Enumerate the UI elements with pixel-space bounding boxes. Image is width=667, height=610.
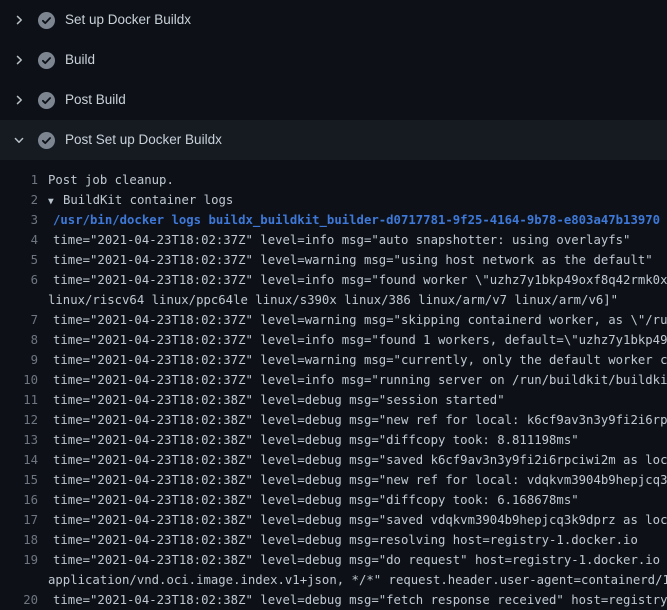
log-line-number[interactable]: 10 bbox=[0, 370, 38, 390]
log-line: 14 time="2021-04-23T18:02:38Z" level=deb… bbox=[0, 450, 667, 470]
log-line-number[interactable]: 8 bbox=[0, 330, 38, 350]
log-line-text: time="2021-04-23T18:02:38Z" level=debug … bbox=[53, 530, 638, 550]
log-line: 12 time="2021-04-23T18:02:38Z" level=deb… bbox=[0, 410, 667, 430]
log-line-number[interactable]: 19 bbox=[0, 550, 38, 570]
check-circle-icon bbox=[38, 12, 55, 29]
log-container: 1 Post job cleanup. 2 ▼BuildKit containe… bbox=[0, 160, 667, 610]
log-group-header[interactable]: 2 ▼BuildKit container logs bbox=[0, 190, 667, 210]
log-line: 19 time="2021-04-23T18:02:38Z" level=deb… bbox=[0, 550, 667, 570]
log-line-number[interactable]: 14 bbox=[0, 450, 38, 470]
log-line-text: time="2021-04-23T18:02:37Z" level=info m… bbox=[53, 330, 667, 350]
log-line-number[interactable]: 9 bbox=[0, 350, 38, 370]
log-line-number[interactable] bbox=[0, 290, 38, 310]
log-line-text: time="2021-04-23T18:02:38Z" level=debug … bbox=[53, 510, 667, 530]
step-title: Post Build bbox=[65, 80, 126, 120]
log-line: 8 time="2021-04-23T18:02:37Z" level=info… bbox=[0, 330, 667, 350]
log-line-text: application/vnd.oci.image.index.v1+json,… bbox=[48, 570, 667, 590]
log-line-text: time="2021-04-23T18:02:38Z" level=debug … bbox=[53, 470, 667, 490]
actions-log-panel: Set up Docker Buildx Build P bbox=[0, 0, 667, 610]
log-line: application/vnd.oci.image.index.v1+json,… bbox=[0, 570, 667, 590]
log-line-number[interactable]: 17 bbox=[0, 510, 38, 530]
log-line-text: Post job cleanup. bbox=[48, 170, 174, 190]
log-line: 11 time="2021-04-23T18:02:38Z" level=deb… bbox=[0, 390, 667, 410]
chevron-icon bbox=[13, 54, 25, 66]
log-line: 16 time="2021-04-23T18:02:38Z" level=deb… bbox=[0, 490, 667, 510]
log-line-number[interactable]: 13 bbox=[0, 430, 38, 450]
log-line-text: time="2021-04-23T18:02:37Z" level=warnin… bbox=[53, 350, 667, 370]
log-line-text: time="2021-04-23T18:02:37Z" level=warnin… bbox=[53, 310, 667, 330]
log-line-text: /usr/bin/docker logs buildx_buildkit_bui… bbox=[53, 210, 660, 230]
step-header-3[interactable]: Post Build bbox=[0, 80, 667, 120]
step-title: Set up Docker Buildx bbox=[65, 0, 191, 40]
log-line: 15 time="2021-04-23T18:02:38Z" level=deb… bbox=[0, 470, 667, 490]
check-circle-icon bbox=[38, 52, 55, 69]
log-line-number[interactable]: 15 bbox=[0, 470, 38, 490]
log-line-number[interactable]: 4 bbox=[0, 230, 38, 250]
log-line-number[interactable]: 7 bbox=[0, 310, 38, 330]
check-circle-icon bbox=[38, 132, 55, 149]
log-line: 4 time="2021-04-23T18:02:37Z" level=info… bbox=[0, 230, 667, 250]
log-line-text: time="2021-04-23T18:02:38Z" level=debug … bbox=[53, 450, 667, 470]
log-line: 13 time="2021-04-23T18:02:38Z" level=deb… bbox=[0, 430, 667, 450]
step-header-4[interactable]: Post Set up Docker Buildx bbox=[0, 120, 667, 160]
log-line-text: time="2021-04-23T18:02:37Z" level=warnin… bbox=[53, 250, 653, 270]
log-line-number[interactable]: 1 bbox=[0, 170, 38, 190]
step-title: Build bbox=[65, 40, 95, 80]
log-line-text: time="2021-04-23T18:02:37Z" level=info m… bbox=[53, 230, 630, 250]
log-line-text: time="2021-04-23T18:02:38Z" level=debug … bbox=[53, 410, 667, 430]
log-line-text: time="2021-04-23T18:02:37Z" level=info m… bbox=[53, 370, 667, 390]
log-line-number[interactable]: 2 bbox=[0, 190, 38, 210]
log-line-number[interactable]: 11 bbox=[0, 390, 38, 410]
log-line-number[interactable]: 5 bbox=[0, 250, 38, 270]
log-line-text: ▼BuildKit container logs bbox=[48, 190, 233, 210]
log-line-text: time="2021-04-23T18:02:38Z" level=debug … bbox=[53, 590, 667, 610]
log-line-number[interactable]: 3 bbox=[0, 210, 38, 230]
step-header-2[interactable]: Build bbox=[0, 40, 667, 80]
log-line: linux/riscv64 linux/ppc64le linux/s390x … bbox=[0, 290, 667, 310]
step-header-1[interactable]: Set up Docker Buildx bbox=[0, 0, 667, 40]
log-line: 6 time="2021-04-23T18:02:37Z" level=info… bbox=[0, 270, 667, 290]
chevron-icon bbox=[13, 94, 25, 106]
log-line: 5 time="2021-04-23T18:02:37Z" level=warn… bbox=[0, 250, 667, 270]
log-line: 18 time="2021-04-23T18:02:38Z" level=deb… bbox=[0, 530, 667, 550]
steps-list: Set up Docker Buildx Build P bbox=[0, 0, 667, 160]
check-circle-icon bbox=[38, 92, 55, 109]
log-line-text: linux/riscv64 linux/ppc64le linux/s390x … bbox=[48, 290, 618, 310]
log-line-text: time="2021-04-23T18:02:38Z" level=debug … bbox=[53, 430, 579, 450]
log-line-text: time="2021-04-23T18:02:37Z" level=info m… bbox=[53, 270, 667, 290]
log-line-number[interactable]: 16 bbox=[0, 490, 38, 510]
log-line-number[interactable] bbox=[0, 570, 38, 590]
log-line-number[interactable]: 6 bbox=[0, 270, 38, 290]
log-line: 3 /usr/bin/docker logs buildx_buildkit_b… bbox=[0, 210, 667, 230]
step-title: Post Set up Docker Buildx bbox=[65, 120, 222, 160]
log-line: 10 time="2021-04-23T18:02:37Z" level=inf… bbox=[0, 370, 667, 390]
log-line-text: time="2021-04-23T18:02:38Z" level=debug … bbox=[53, 390, 505, 410]
log-line-number[interactable]: 20 bbox=[0, 590, 38, 610]
log-line: 7 time="2021-04-23T18:02:37Z" level=warn… bbox=[0, 310, 667, 330]
chevron-icon bbox=[13, 134, 25, 146]
chevron-icon bbox=[13, 14, 25, 26]
log-group-collapse-icon[interactable]: ▼ bbox=[48, 192, 58, 210]
log-line: 9 time="2021-04-23T18:02:37Z" level=warn… bbox=[0, 350, 667, 370]
log-line: 20 time="2021-04-23T18:02:38Z" level=deb… bbox=[0, 590, 667, 610]
log-line-text: time="2021-04-23T18:02:38Z" level=debug … bbox=[53, 490, 579, 510]
log-line: 17 time="2021-04-23T18:02:38Z" level=deb… bbox=[0, 510, 667, 530]
log-line-number[interactable]: 12 bbox=[0, 410, 38, 430]
log-line-text: time="2021-04-23T18:02:38Z" level=debug … bbox=[53, 550, 667, 570]
log-line: 1 Post job cleanup. bbox=[0, 170, 667, 190]
log-line-number[interactable]: 18 bbox=[0, 530, 38, 550]
